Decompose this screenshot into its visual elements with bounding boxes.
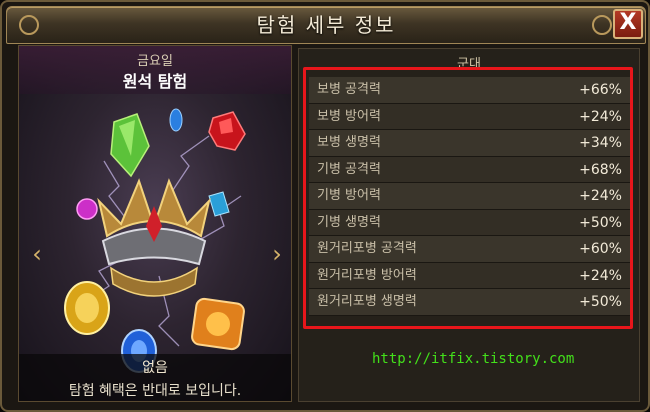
stat-value: +50%	[579, 294, 622, 310]
stat-value: +50%	[579, 214, 622, 231]
stat-row: 보병 공격력 +66%	[309, 77, 630, 104]
watermark-url: http://itfix.tistory.com	[372, 351, 575, 367]
stat-value: +24%	[579, 108, 622, 125]
stat-label: 원거리포병 생명력	[317, 294, 417, 309]
crown-icon	[97, 178, 211, 297]
stat-value: +66%	[579, 82, 622, 98]
gems-crown-illustration	[64, 108, 246, 373]
reward-label: 없음	[142, 360, 168, 376]
stat-label: 보병 공격력	[317, 82, 381, 97]
army-bonus-panel: 군대 보병 공격력 +66% 보병 방어력 +24% 보병 생명력 +34% 기병 공…	[298, 48, 640, 402]
stat-row: 원거리포병 방어력 +24%	[309, 262, 630, 289]
yellow-gem-icon	[64, 281, 110, 335]
window-title: 탐험 세부 정보	[256, 13, 396, 37]
next-arrow-button[interactable]: ›	[267, 241, 287, 267]
stat-value: +68%	[579, 161, 622, 178]
preview-footer: 없음 탐험 혜택은 반대로 보입니다.	[19, 354, 291, 401]
cyan-crystal-icon	[208, 191, 230, 217]
expedition-detail-window: 탐험 세부 정보 X 금요일 원석 탐험 ‹ › 없음 탐험 혜택은 반대로 보…	[0, 0, 650, 412]
stat-row: 기병 생명력 +50%	[309, 209, 630, 236]
stat-label: 기병 공격력	[317, 161, 381, 177]
stat-value: +34%	[579, 135, 622, 151]
stat-row: 원거리포병 공격력 +60%	[309, 236, 630, 263]
green-crystal-icon	[110, 113, 150, 178]
stat-label: 기병 방어력	[317, 188, 381, 203]
stat-row: 기병 방어력 +24%	[309, 183, 630, 210]
purple-gem-icon	[76, 198, 98, 220]
prev-arrow-button[interactable]: ‹	[27, 241, 47, 267]
orange-gem-icon	[191, 297, 245, 351]
stat-label: 원거리포병 공격력	[317, 241, 417, 256]
red-gem-icon	[208, 111, 246, 151]
close-button[interactable]: X	[613, 9, 643, 39]
stat-label: 기병 생명력	[317, 214, 381, 230]
stat-label: 보병 생명력	[317, 135, 381, 150]
stat-label: 원거리포병 방어력	[317, 267, 417, 283]
stat-list: 보병 공격력 +66% 보병 방어력 +24% 보병 생명력 +34% 기병 공격력 +…	[309, 77, 630, 316]
stat-value: +24%	[579, 267, 622, 284]
expedition-preview-panel: 금요일 원석 탐험 ‹ › 없음 탐험 혜택은 반대로 보입니다.	[18, 45, 292, 402]
stat-row: 보병 방어력 +24%	[309, 103, 630, 130]
stat-label: 보병 방어력	[317, 108, 381, 124]
stat-row: 보병 생명력 +34%	[309, 130, 630, 157]
title-bar: 탐험 세부 정보	[6, 6, 646, 44]
blue-crystal-icon	[169, 108, 183, 132]
benefit-note: 탐험 혜택은 반대로 보입니다.	[68, 383, 242, 399]
ornament-icon	[592, 15, 612, 35]
stat-value: +60%	[579, 241, 622, 257]
stat-row: 원거리포병 생명력 +50%	[309, 289, 630, 316]
stat-value: +24%	[579, 188, 622, 204]
stat-row: 기병 공격력 +68%	[309, 156, 630, 183]
